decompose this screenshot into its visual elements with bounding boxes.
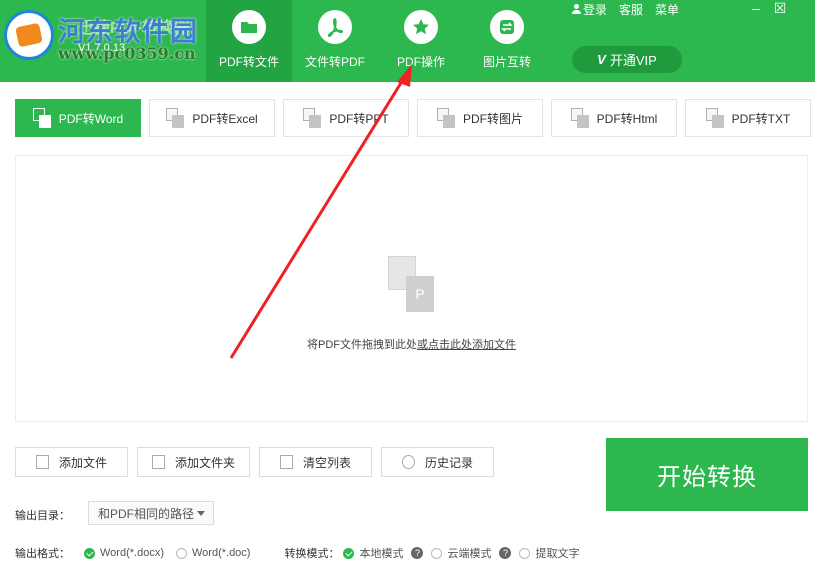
minimize-button[interactable]: – [752,0,760,17]
drop-hint-text: 将PDF文件拖拽到此处 [307,339,417,351]
radio-icon [175,547,187,559]
nav-label: 文件转PDF [304,55,365,69]
html-file-icon [570,108,589,128]
format-docx-radio[interactable]: Word(*.docx) [84,547,164,559]
nav-pdf-operations[interactable]: PDF操作 [378,0,464,82]
txt-file-icon [705,108,724,128]
excel-file-icon [166,108,185,128]
format-doc-radio[interactable]: Word(*.doc) [175,547,250,559]
tab-pdf-to-html[interactable]: PDF转Html [551,99,677,137]
mode-local-radio[interactable]: 本地模式? [343,545,424,561]
radio-icon [431,547,443,559]
caret-down-icon [197,511,205,516]
login-link[interactable]: 登录 [572,1,607,18]
word-file-icon [32,108,51,128]
tab-pdf-to-txt[interactable]: PDF转TXT [685,99,811,137]
nav-pdf-to-file[interactable]: PDF转文件 [206,0,292,82]
nav-label: 图片互转 [482,55,531,69]
watermark-url: www.pc0359.cn [58,44,196,63]
nav-label: PDF操作 [396,55,445,69]
tab-label: PDF转图片 [462,111,523,126]
service-link[interactable]: 客服 [619,1,643,18]
user-icon [572,4,581,14]
nav-file-to-pdf[interactable]: 文件转PDF [292,0,378,82]
ppt-file-icon [303,108,322,128]
start-convert-button[interactable]: 开始转换 [606,438,808,511]
clear-list-button[interactable]: 清空列表 [259,447,372,477]
app-header: 迅捷PDF转换器 V1.7.0.13 河东软件园 www.pc0359.cn P… [0,0,815,82]
radio-checked-icon [343,547,355,559]
close-button[interactable]: ☒ [774,0,787,17]
pdf-file-icon: P [388,256,436,314]
nav-label: PDF转文件 [218,55,279,69]
add-file-label: 添加文件 [58,455,107,470]
window-controls: – ☒ [752,0,786,17]
mode-extract-text-radio[interactable]: 提取文字 [519,545,579,561]
tab-label: PDF转TXT [731,111,791,126]
radio-checked-icon [84,547,95,559]
tab-label: PDF转Excel [192,111,258,126]
clock-icon [401,455,415,469]
add-file-button[interactable]: 添加文件 [15,447,128,477]
top-links: 登录 客服 菜单 [572,1,679,18]
tab-pdf-to-word[interactable]: PDF转Word [15,99,141,137]
main-nav: PDF转文件 文件转PDF PDF操作 图片互转 [206,0,550,82]
vip-button[interactable]: V 开通VIP [572,46,682,73]
format-mode-row: 输出格式： Word(*.docx) Word(*.doc) 转换模式： 本地模… [15,545,591,561]
output-dir-select[interactable]: 和PDF相同的路径 [88,501,214,525]
conversion-tabs: PDF转Word PDF转Excel PDF转PPT PDF转图片 PDF转Ht… [15,99,811,137]
logo-area: 迅捷PDF转换器 V1.7.0.13 河东软件园 www.pc0359.cn [0,0,205,82]
mode-cloud-radio[interactable]: 云端模式? [431,545,512,561]
output-dir-value: 和PDF相同的路径 [98,506,195,521]
file-drop-zone[interactable]: P 将PDF文件拖拽到此处或点击此处添加文件 [15,155,808,422]
swap-icon [490,10,524,44]
history-button[interactable]: 历史记录 [381,447,494,477]
help-icon[interactable]: ? [499,547,512,559]
acrobat-icon [318,10,352,44]
add-folder-button[interactable]: 添加文件夹 [137,447,250,477]
radio-icon [519,547,531,559]
add-file-link[interactable]: 或点击此处添加文件 [417,339,516,351]
image-file-icon [436,108,455,128]
folder-icon [232,10,266,44]
trash-icon [279,455,293,469]
clear-list-label: 清空列表 [302,455,351,470]
history-label: 历史记录 [424,455,473,470]
app-logo-icon [4,10,54,60]
drop-hint: 将PDF文件拖拽到此处或点击此处添加文件 [16,336,807,352]
add-file-icon [35,455,49,469]
menu-link[interactable]: 菜单 [655,1,679,18]
file-actions: 添加文件 添加文件夹 清空列表 历史记录 [15,447,494,477]
output-format-label: 输出格式： [15,548,70,560]
nav-image-convert[interactable]: 图片互转 [464,0,550,82]
add-folder-icon [151,455,165,469]
add-folder-label: 添加文件夹 [174,455,235,470]
convert-mode-label: 转换模式： [284,548,340,560]
tab-pdf-to-image[interactable]: PDF转图片 [417,99,543,137]
tab-label: PDF转Html [596,111,658,126]
tab-label: PDF转Word [58,111,124,126]
tab-pdf-to-excel[interactable]: PDF转Excel [149,99,275,137]
output-dir-label: 输出目录： [15,510,70,522]
tab-pdf-to-ppt[interactable]: PDF转PPT [283,99,409,137]
vip-label: 开通VIP [609,53,657,68]
vip-icon: V [597,52,606,67]
star-icon [404,10,438,44]
help-icon[interactable]: ? [411,547,424,559]
tab-label: PDF转PPT [329,111,389,126]
